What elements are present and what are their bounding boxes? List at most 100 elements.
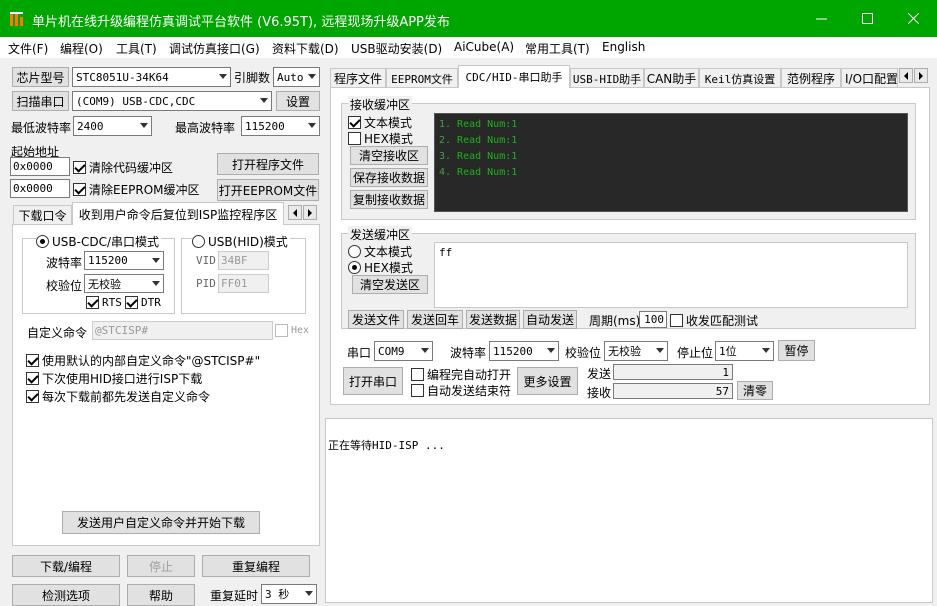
port-select[interactable]: (COM9) USB-CDC,CDC — [72, 91, 272, 111]
auto-send-button[interactable]: 自动发送 — [523, 310, 577, 329]
chevron-down-icon — [762, 348, 770, 353]
hid-mode-radio[interactable]: USB(HID)模式 — [192, 233, 290, 250]
tab-io-config[interactable]: I/O口配置 — [841, 68, 898, 88]
tab-download-password[interactable]: 下载口令 — [13, 205, 72, 225]
isp-baud-select[interactable]: 115200 — [84, 251, 164, 270]
tab-scroll-right-button[interactable] — [303, 205, 317, 220]
tab-scroll-left-button[interactable] — [899, 68, 913, 83]
repeat-program-button[interactable]: 重复编程 — [202, 555, 310, 577]
send-command-before-download-checkbox[interactable]: 每次下载前都先发送自定义命令 — [26, 388, 210, 405]
chip-model-button[interactable]: 芯片型号 — [12, 67, 69, 87]
menu-downloads[interactable]: 资料下载(D) — [272, 40, 339, 57]
use-hid-next-checkbox[interactable]: 下次使用HID接口进行ISP下载 — [26, 370, 202, 387]
vid-input[interactable]: 34BF — [218, 251, 269, 270]
menu-aicube[interactable]: AiCube(A) — [454, 40, 514, 54]
minimize-button[interactable] — [798, 0, 844, 37]
sent-count-label: 发送 — [587, 367, 612, 381]
settings-button[interactable]: 设置 — [276, 91, 320, 111]
pins-select[interactable]: Auto — [273, 67, 320, 87]
checkbox-box — [73, 183, 86, 196]
auto-send-terminator-checkbox[interactable]: 自动发送结束符 — [411, 382, 511, 399]
tab-usb-hid[interactable]: USB-HID助手 — [570, 68, 644, 88]
chevron-down-icon — [140, 123, 148, 128]
serial-port-select[interactable]: COM9 — [374, 341, 433, 361]
rts-checkbox[interactable]: RTS — [86, 296, 122, 309]
hex-checkbox[interactable]: Hex — [275, 324, 309, 337]
menu-program[interactable]: 编程(O) — [60, 40, 103, 57]
send-hex-mode-radio[interactable]: HEX模式 — [348, 259, 413, 276]
send-file-button[interactable]: 发送文件 — [348, 310, 404, 329]
menu-file[interactable]: 文件(F) — [8, 40, 48, 57]
tab-keil-sim[interactable]: Keil仿真设置 — [699, 68, 781, 88]
clear-code-buffer-checkbox[interactable]: 清除代码缓冲区 — [73, 159, 173, 176]
send-input[interactable]: ff — [434, 242, 908, 308]
title-bar: 单片机在线升级编程仿真调试平台软件 (V6.95T), 远程现场升级APP发布 — [0, 0, 937, 37]
repeat-delay-label: 重复延时 — [210, 589, 259, 603]
menu-common-tools[interactable]: 常用工具(T) — [525, 40, 590, 57]
serial-parity-select[interactable]: 无校验 — [604, 341, 668, 361]
send-custom-command-button[interactable]: 发送用户自定义命令并开始下载 — [62, 511, 260, 534]
cdc-mode-radio[interactable]: USB-CDC/串口模式 — [36, 233, 162, 250]
menu-tools[interactable]: 工具(T) — [116, 40, 157, 57]
repeat-delay-select[interactable]: 3 秒 — [261, 584, 317, 604]
tab-examples[interactable]: 范例程序 — [781, 68, 841, 88]
stop-button[interactable]: 停止 — [127, 555, 195, 577]
use-default-command-checkbox[interactable]: 使用默认的内部自定义命令"@STCISP#" — [26, 352, 260, 369]
receive-display[interactable]: 1. Read Num:1 2. Read Num:1 3. Read Num:1 4… — [434, 113, 908, 212]
menu-debug-interface[interactable]: 调试仿真接口(G) — [169, 40, 260, 57]
tab-scroll-right-button[interactable] — [914, 68, 928, 83]
clear-eeprom-buffer-checkbox[interactable]: 清除EEPROM缓冲区 — [73, 181, 200, 198]
pid-input[interactable]: FF01 — [218, 274, 269, 293]
isp-parity-select[interactable]: 无校验 — [84, 274, 164, 293]
recv-hex-mode[interactable]: HEX模式 — [348, 130, 413, 147]
recv-match-test-checkbox[interactable]: 收发匹配测试 — [670, 312, 758, 329]
min-baud-label: 最低波特率 — [11, 121, 72, 135]
period-input[interactable]: 100 — [639, 311, 667, 328]
status-log[interactable]: 正在等待HID-ISP ... — [325, 418, 933, 603]
menu-usb-driver[interactable]: USB驱动安装(D) — [351, 40, 442, 57]
open-eeprom-file-button[interactable]: 打开EEPROM文件 — [217, 179, 319, 201]
clear-send-button[interactable]: 清空发送区 — [352, 275, 428, 294]
clear-counts-button[interactable]: 清零 — [737, 381, 773, 400]
eeprom-address-input[interactable]: 0x0000 — [10, 179, 70, 198]
copy-receive-button[interactable]: 复制接收数据 — [350, 190, 428, 209]
send-data-button[interactable]: 发送数据 — [466, 310, 520, 329]
max-baud-select[interactable]: 115200 — [241, 116, 320, 136]
tab-can[interactable]: CAN助手 — [644, 68, 699, 88]
chip-model-select[interactable]: STC8051U-34K64 — [72, 67, 231, 87]
close-button[interactable] — [890, 0, 936, 37]
vid-label: VID — [196, 254, 216, 267]
send-enter-button[interactable]: 发送回车 — [407, 310, 463, 329]
auto-open-after-program-checkbox[interactable]: 编程完自动打开 — [411, 366, 511, 383]
tab-program-file[interactable]: 程序文件 — [330, 68, 386, 88]
scan-port-button[interactable]: 扫描串口 — [12, 91, 69, 111]
min-baud-select[interactable]: 2400 — [73, 116, 152, 136]
download-program-button[interactable]: 下载/编程 — [12, 555, 120, 577]
dtr-checkbox[interactable]: DTR — [125, 296, 161, 309]
menu-english[interactable]: English — [602, 40, 645, 54]
serial-baud-label: 波特率 — [450, 346, 487, 360]
stc-chip-icon — [10, 12, 23, 26]
serial-stop-select[interactable]: 1位 — [715, 341, 774, 361]
code-address-input[interactable]: 0x0000 — [10, 157, 70, 176]
recv-text-mode[interactable]: 文本模式 — [348, 114, 412, 131]
tab-eeprom-file[interactable]: EEPROM文件 — [386, 68, 458, 88]
checkbox-box — [125, 296, 138, 309]
maximize-button[interactable] — [844, 0, 890, 37]
pins-label: 引脚数 — [234, 71, 271, 85]
save-receive-button[interactable]: 保存接收数据 — [350, 168, 428, 187]
tab-reset-to-isp[interactable]: 收到用户命令后复位到ISP监控程序区 — [72, 202, 284, 225]
tab-scroll-left-button[interactable] — [288, 205, 302, 220]
send-text-mode-radio[interactable]: 文本模式 — [348, 243, 412, 260]
serial-baud-select[interactable]: 115200 — [489, 341, 559, 361]
clear-receive-button[interactable]: 清空接收区 — [350, 146, 428, 165]
checkbox-box — [348, 116, 361, 129]
chevron-down-icon — [305, 591, 313, 596]
open-program-file-button[interactable]: 打开程序文件 — [217, 153, 319, 175]
custom-command-input[interactable]: @STCISP# — [92, 321, 273, 340]
open-serial-button[interactable]: 打开串口 — [343, 367, 403, 395]
more-settings-button[interactable]: 更多设置 — [517, 367, 578, 395]
pid-label: PID — [196, 277, 216, 290]
tab-cdc-hid-serial[interactable]: CDC/HID-串口助手 — [458, 65, 570, 88]
pause-button[interactable]: 暂停 — [778, 340, 815, 361]
